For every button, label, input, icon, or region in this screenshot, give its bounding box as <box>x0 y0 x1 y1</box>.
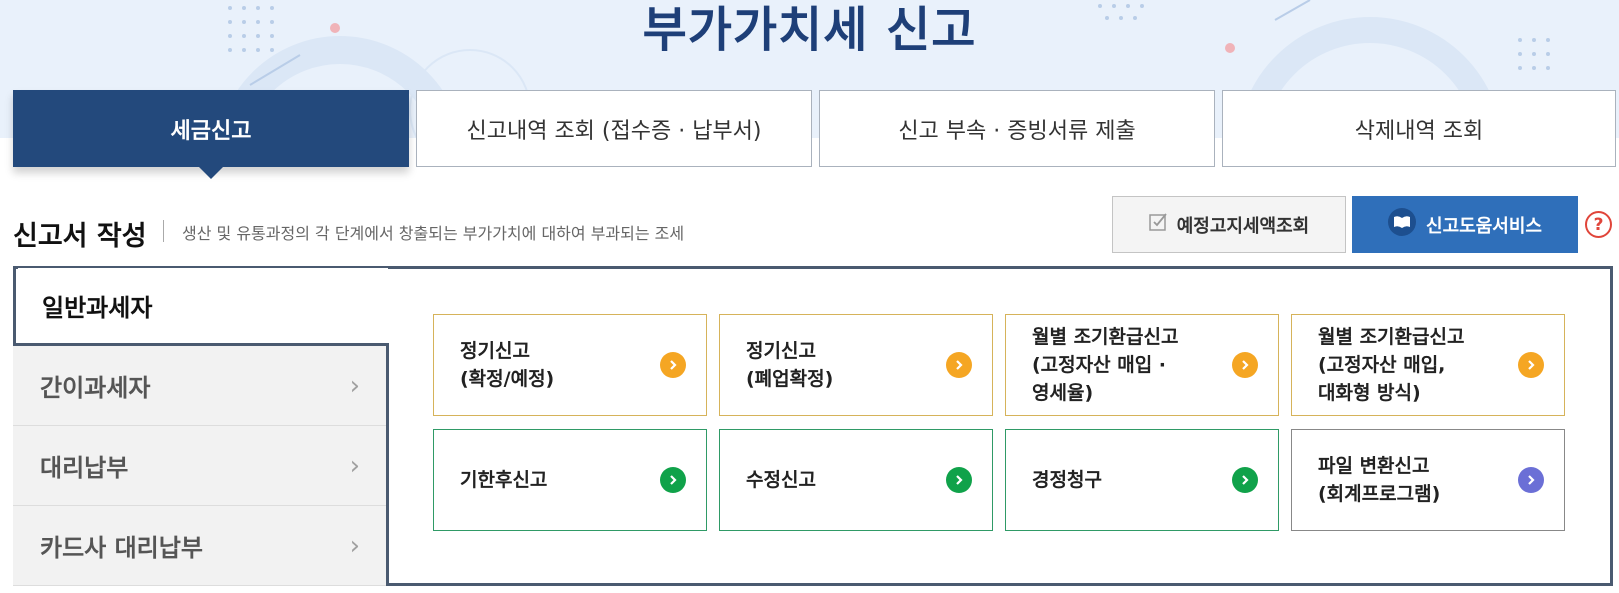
sidebar-item-label: 카드사 대리납부 <box>40 534 203 562</box>
card-label: 정기신고 (폐업확정) <box>746 340 834 390</box>
chevron-right-icon: › <box>349 450 360 481</box>
sidebar-item-proxy-payment[interactable]: 대리납부 › <box>13 426 386 506</box>
arrow-right-icon <box>946 352 972 378</box>
card-file-conversion-filing[interactable]: 파일 변환신고 (회계프로그램) <box>1291 429 1565 531</box>
sidebar-item-card-proxy-payment[interactable]: 카드사 대리납부 › <box>13 506 386 586</box>
arrow-right-icon <box>1518 467 1544 493</box>
card-regular-filing-closure[interactable]: 정기신고 (폐업확정) <box>719 314 993 416</box>
card-monthly-early-refund[interactable]: 월별 조기환급신고 (고정자산 매입 · 영세율) <box>1005 314 1279 416</box>
page-title: 부가가치세 신고 <box>642 2 977 58</box>
card-label: 정기신고 (확정/예정) <box>460 340 555 390</box>
filing-help-service-label: 신고도움서비스 <box>1426 215 1542 237</box>
panel-bottom-border <box>386 583 1613 586</box>
arrow-right-icon <box>1232 467 1258 493</box>
sidebar-item-general-taxpayer[interactable]: 일반과세자 <box>18 268 388 343</box>
card-label: 경정청구 <box>1032 469 1102 491</box>
card-label: 파일 변환신고 (회계프로그램) <box>1318 455 1441 505</box>
tab-deleted-history[interactable]: 삭제내역 조회 <box>1222 90 1616 167</box>
card-amended-filing[interactable]: 수정신고 <box>719 429 993 531</box>
tab-bar: 세금신고 신고내역 조회 (접수증 · 납부서) 신고 부속 · 증빙서류 제출… <box>13 90 1616 179</box>
card-label: 월별 조기환급신고 (고정자산 매입 · 영세율) <box>1032 326 1179 404</box>
arrow-right-icon <box>660 352 686 378</box>
sidebar-border <box>13 266 16 346</box>
card-label: 기한후신고 <box>460 469 548 491</box>
arrow-right-icon <box>1518 352 1544 378</box>
card-late-filing[interactable]: 기한후신고 <box>433 429 707 531</box>
section-divider <box>163 220 164 242</box>
tab-filing-history[interactable]: 신고내역 조회 (접수증 · 납부서) <box>416 90 812 167</box>
card-correction-claim[interactable]: 경정청구 <box>1005 429 1279 531</box>
scheduled-tax-lookup-label: 예정고지세액조회 <box>1176 215 1310 237</box>
book-icon <box>1388 208 1417 241</box>
arrow-right-icon <box>946 467 972 493</box>
section-title: 신고서 작성 <box>13 221 147 252</box>
chevron-right-icon: › <box>349 530 360 561</box>
sidebar-item-simplified-taxpayer[interactable]: 간이과세자 › <box>13 346 386 426</box>
chevron-right-icon: › <box>349 370 360 401</box>
arrow-right-icon <box>660 467 686 493</box>
sidebar-border-vertical <box>386 343 389 586</box>
help-question-icon[interactable]: ? <box>1585 211 1612 238</box>
tab-attachment-submission[interactable]: 신고 부속 · 증빙서류 제출 <box>819 90 1215 167</box>
sidebar-item-label: 간이과세자 <box>40 374 151 402</box>
sidebar-item-label: 대리납부 <box>40 454 129 482</box>
section-description: 생산 및 유통과정의 각 단계에서 창출되는 부가가치에 대하여 부과되는 조세 <box>182 224 685 243</box>
arrow-right-icon <box>1232 352 1258 378</box>
card-label: 월별 조기환급신고 (고정자산 매입, 대화형 방식) <box>1318 326 1465 404</box>
card-regular-filing[interactable]: 정기신고 (확정/예정) <box>433 314 707 416</box>
sidebar-list: 간이과세자 › 대리납부 › 카드사 대리납부 › <box>13 346 386 586</box>
checkbox-edit-icon <box>1149 212 1169 237</box>
scheduled-tax-lookup-button[interactable]: 예정고지세액조회 <box>1112 196 1346 253</box>
filing-help-service-button[interactable]: 신고도움서비스 <box>1352 196 1578 253</box>
card-monthly-early-refund-interactive[interactable]: 월별 조기환급신고 (고정자산 매입, 대화형 방식) <box>1291 314 1565 416</box>
card-label: 수정신고 <box>746 469 816 491</box>
tab-tax-filing[interactable]: 세금신고 <box>13 90 409 179</box>
